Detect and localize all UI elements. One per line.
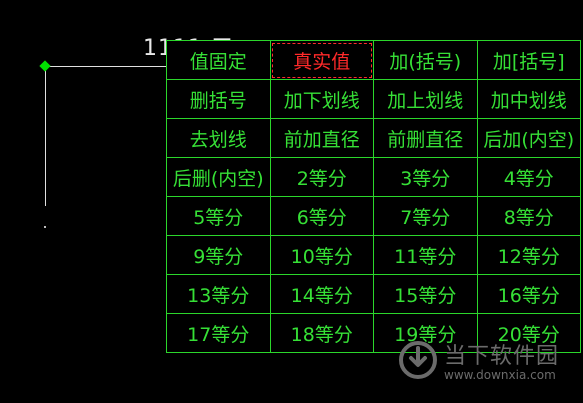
- drawing-point: [44, 226, 46, 228]
- menu-item-divide-3[interactable]: 3等分: [373, 157, 478, 197]
- menu-item-add-brackets[interactable]: 加[括号]: [476, 40, 581, 80]
- menu-item-divide-18[interactable]: 18等分: [269, 313, 374, 353]
- selection-grip-icon[interactable]: [39, 60, 51, 72]
- menu-item-divide-5[interactable]: 5等分: [166, 196, 271, 236]
- menu-item-divide-2[interactable]: 2等分: [269, 157, 374, 197]
- downxia-logo-icon: [399, 341, 437, 379]
- drawing-line-horizontal: [45, 66, 167, 67]
- menu-item-divide-16[interactable]: 16等分: [476, 274, 581, 314]
- menu-row: 9等分 10等分 11等分 12等分: [166, 235, 581, 275]
- menu-item-remove-suffix-inner[interactable]: 后删(内空): [166, 157, 271, 197]
- menu-item-add-parentheses[interactable]: 加(括号): [373, 40, 478, 80]
- menu-item-add-overline[interactable]: 加上划线: [373, 79, 478, 119]
- symbols-grid: 值固定 真实值 加(括号) 加[括号] 删括号 加下划线 加上划线 加中划线 去…: [166, 40, 581, 353]
- special-symbols-menu: 值固定 真实值 加(括号) 加[括号] 删括号 加下划线 加上划线 加中划线 去…: [166, 40, 581, 353]
- menu-row: 删括号 加下划线 加上划线 加中划线: [166, 79, 581, 119]
- menu-item-divide-10[interactable]: 10等分: [269, 235, 374, 275]
- menu-item-true-value[interactable]: 真实值: [269, 40, 374, 80]
- menu-item-divide-15[interactable]: 15等分: [373, 274, 478, 314]
- menu-item-divide-12[interactable]: 12等分: [476, 235, 581, 275]
- menu-item-divide-11[interactable]: 11等分: [373, 235, 478, 275]
- menu-item-divide-9[interactable]: 9等分: [166, 235, 271, 275]
- menu-item-fixed-value[interactable]: 值固定: [166, 40, 271, 80]
- menu-item-prefix-diameter[interactable]: 前加直径: [269, 118, 374, 158]
- watermark-title: 当下软件园: [444, 344, 560, 369]
- menu-row: 值固定 真实值 加(括号) 加[括号]: [166, 40, 581, 80]
- menu-row: 5等分 6等分 7等分 8等分: [166, 196, 581, 236]
- menu-item-add-underline[interactable]: 加下划线: [269, 79, 374, 119]
- menu-item-remove-lines[interactable]: 去划线: [166, 118, 271, 158]
- menu-item-divide-4[interactable]: 4等分: [476, 157, 581, 197]
- drawing-line-vertical: [45, 66, 46, 206]
- menu-row: 去划线 前加直径 前删直径 后加(内空): [166, 118, 581, 158]
- menu-item-divide-8[interactable]: 8等分: [476, 196, 581, 236]
- menu-row: 13等分 14等分 15等分 16等分: [166, 274, 581, 314]
- menu-item-remove-prefix-diameter[interactable]: 前删直径: [373, 118, 478, 158]
- menu-row: 后删(内空) 2等分 3等分 4等分: [166, 157, 581, 197]
- menu-item-divide-7[interactable]: 7等分: [373, 196, 478, 236]
- menu-item-suffix-inner[interactable]: 后加(内空): [476, 118, 581, 158]
- site-watermark: 当下软件园 www.downxia.com: [398, 338, 583, 398]
- watermark-url: www.downxia.com: [444, 368, 556, 382]
- menu-item-remove-brackets[interactable]: 删括号: [166, 79, 271, 119]
- menu-item-add-strikethrough[interactable]: 加中划线: [476, 79, 581, 119]
- menu-item-divide-14[interactable]: 14等分: [269, 274, 374, 314]
- menu-item-divide-17[interactable]: 17等分: [166, 313, 271, 353]
- menu-item-divide-6[interactable]: 6等分: [269, 196, 374, 236]
- menu-item-divide-13[interactable]: 13等分: [166, 274, 271, 314]
